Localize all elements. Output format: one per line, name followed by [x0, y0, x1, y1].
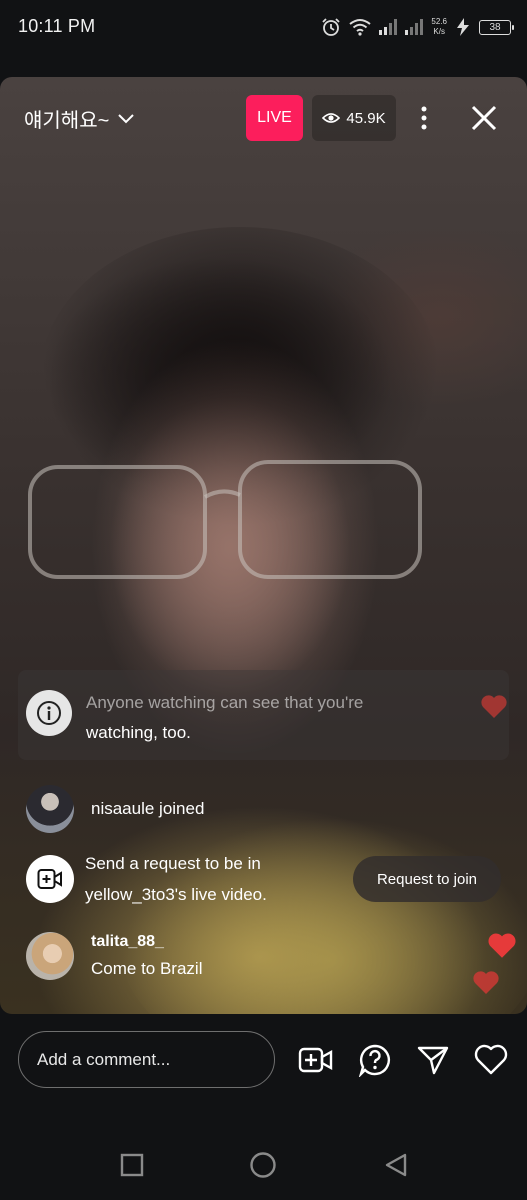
video-add-icon	[298, 1047, 333, 1073]
request-video-button[interactable]	[296, 1040, 336, 1080]
square-icon	[120, 1153, 144, 1177]
live-badge: LIVE	[246, 95, 303, 141]
eye-icon	[322, 113, 341, 123]
heart-icon	[488, 933, 516, 958]
share-button[interactable]	[413, 1040, 453, 1080]
heart-icon	[481, 695, 507, 718]
triangle-back-icon	[385, 1153, 407, 1177]
viewer-count-text: 45.9K	[346, 109, 386, 127]
request-line-1: Send a request to be in	[85, 854, 261, 873]
video-add-icon	[26, 855, 74, 903]
more-options-button[interactable]	[412, 102, 436, 134]
question-button[interactable]	[355, 1040, 395, 1080]
avatar[interactable]	[26, 932, 74, 980]
back-button[interactable]	[381, 1150, 411, 1180]
circle-icon	[250, 1152, 276, 1178]
viewer-count[interactable]: 45.9K	[312, 95, 396, 141]
joined-text: nisaaule joined	[91, 799, 205, 818]
close-button[interactable]	[466, 100, 502, 136]
live-title[interactable]: 얘기해요~	[24, 104, 135, 133]
battery-level: 38	[489, 21, 501, 33]
signal-icon-2	[405, 19, 424, 35]
notice-line-2: watching, too.	[86, 723, 191, 742]
close-icon	[471, 105, 497, 131]
comment-item: talita_88_ Come to Brazil	[26, 932, 202, 980]
charging-icon	[457, 18, 469, 36]
alarm-icon	[322, 18, 341, 36]
comment-input[interactable]: Add a comment...	[18, 1031, 275, 1088]
heart-icon	[473, 971, 499, 994]
net-speed: 52.6 K/s	[431, 17, 447, 37]
question-icon	[358, 1044, 390, 1077]
signal-icon	[379, 19, 398, 35]
status-time: 10:11 PM	[18, 16, 96, 36]
request-to-join-button[interactable]: Request to join	[353, 856, 501, 902]
home-button[interactable]	[248, 1150, 278, 1180]
more-vertical-icon	[421, 106, 427, 130]
comment-username[interactable]: talita_88_	[91, 933, 202, 951]
watching-notice: Anyone watching can see that you're watc…	[18, 670, 509, 760]
chevron-down-icon	[118, 113, 134, 123]
avatar[interactable]	[26, 785, 74, 833]
recents-button[interactable]	[117, 1150, 147, 1180]
heart-outline-icon	[474, 1044, 508, 1075]
request-line-2: yellow_3to3's live video.	[85, 885, 267, 904]
system-nav-bar	[0, 1106, 527, 1200]
comment-text: Come to Brazil	[91, 959, 203, 978]
send-icon	[417, 1046, 449, 1075]
like-button[interactable]	[471, 1040, 511, 1080]
info-icon	[26, 690, 72, 736]
net-speed-unit: K/s	[433, 27, 445, 36]
comment-body: talita_88_ Come to Brazil	[91, 933, 202, 979]
live-title-text: 얘기해요~	[24, 110, 110, 132]
wifi-icon	[349, 19, 372, 36]
notice-text: Anyone watching can see that you're watc…	[86, 688, 436, 748]
comment-bar: Add a comment...	[0, 1014, 527, 1106]
status-bar: 10:11 PM 52.6 K/s 38	[0, 0, 527, 60]
request-text: Send a request to be in yellow_3to3's li…	[85, 848, 267, 910]
net-speed-value: 52.6	[431, 17, 447, 26]
battery-icon: 38	[479, 19, 514, 35]
status-icons: 52.6 K/s 38	[321, 12, 514, 42]
notice-line-1: Anyone watching can see that you're	[86, 693, 364, 712]
joined-event: nisaaule joined	[26, 785, 204, 833]
request-prompt: Send a request to be in yellow_3to3's li…	[26, 848, 267, 910]
